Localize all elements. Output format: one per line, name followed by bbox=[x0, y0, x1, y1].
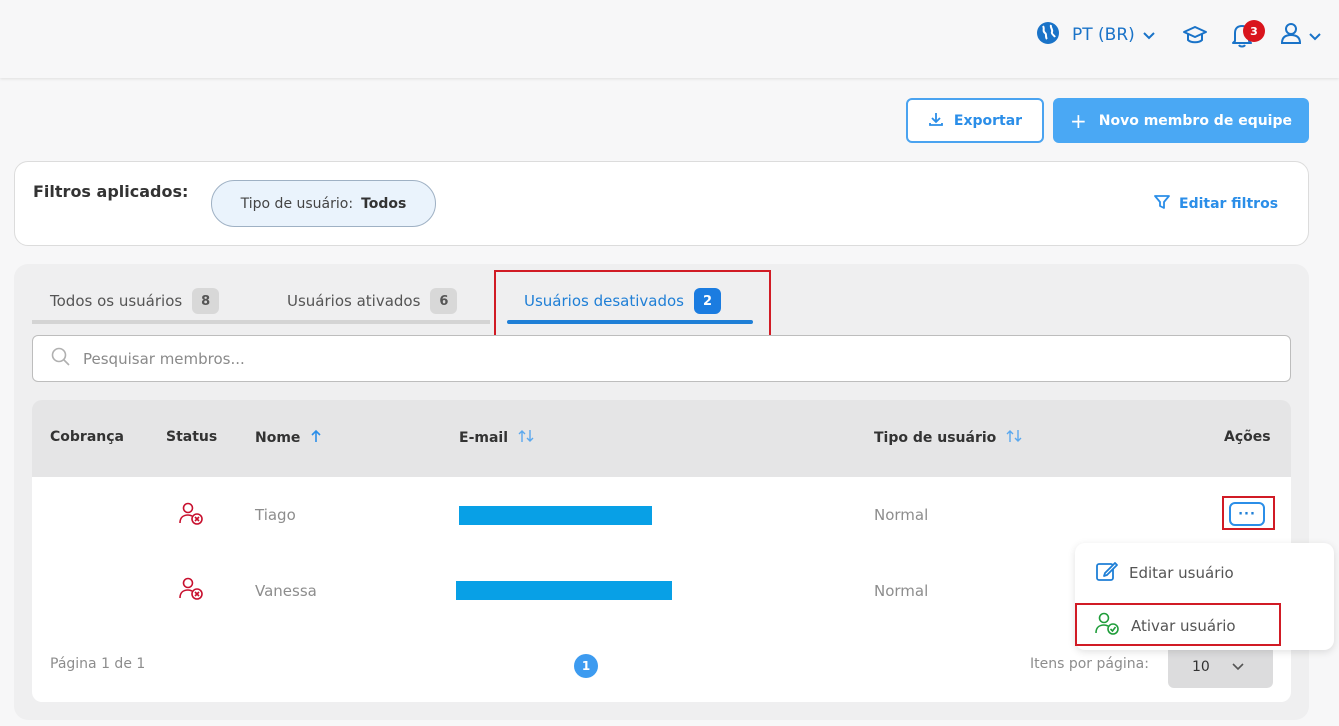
user-menu[interactable] bbox=[1279, 20, 1321, 50]
chip-value: Todos bbox=[361, 195, 407, 212]
tab-all-users[interactable]: Todos os usuários 8 bbox=[50, 288, 220, 314]
search-input[interactable] bbox=[83, 349, 1183, 368]
row-name: Tiago bbox=[255, 506, 296, 524]
per-page-value: 10 bbox=[1192, 658, 1210, 675]
applied-filters-panel: Filtros aplicados: Tipo de usuário: Todo… bbox=[14, 161, 1309, 246]
chevron-down-icon bbox=[1143, 25, 1155, 45]
row-name: Vanessa bbox=[255, 582, 317, 600]
tab-count: 8 bbox=[192, 288, 220, 314]
column-header-actions: Ações bbox=[1224, 429, 1271, 445]
user-icon bbox=[1279, 21, 1303, 49]
column-header-name[interactable]: Nome bbox=[255, 429, 322, 447]
tab-active-users[interactable]: Usuários ativados 6 bbox=[287, 288, 458, 314]
search-bar[interactable] bbox=[32, 335, 1291, 382]
language-label: PT (BR) bbox=[1072, 25, 1135, 45]
column-header-email[interactable]: E-mail bbox=[459, 429, 534, 447]
chevron-down-icon bbox=[1309, 26, 1321, 45]
edit-user-label: Editar usuário bbox=[1129, 564, 1234, 582]
filter-icon bbox=[1153, 193, 1171, 215]
edit-filters-link[interactable]: Editar filtros bbox=[1153, 193, 1278, 215]
notification-badge: 3 bbox=[1243, 20, 1265, 42]
language-selector[interactable]: PT (BR) bbox=[1036, 20, 1155, 50]
edit-icon bbox=[1095, 559, 1119, 587]
plus-icon: + bbox=[1070, 108, 1087, 133]
tab-label: Todos os usuários bbox=[50, 292, 183, 310]
new-member-button[interactable]: + Novo membro de equipe bbox=[1053, 98, 1309, 143]
per-page-select[interactable]: 10 bbox=[1168, 645, 1273, 688]
tab-label: Usuários ativados bbox=[287, 292, 421, 310]
column-header-user-type[interactable]: Tipo de usuário bbox=[874, 429, 1022, 447]
tab-count: 6 bbox=[430, 288, 458, 314]
edit-filters-label: Editar filtros bbox=[1179, 196, 1279, 212]
user-type-filter-chip[interactable]: Tipo de usuário: Todos bbox=[211, 180, 436, 227]
user-disabled-icon bbox=[179, 502, 205, 530]
highlight-box bbox=[1075, 603, 1281, 646]
table-header: Cobrança Status Nome E-mail Tipo de usuá… bbox=[32, 400, 1291, 477]
column-header-billing: Cobrança bbox=[50, 429, 124, 445]
redacted-email bbox=[456, 581, 672, 600]
highlight-box bbox=[1222, 496, 1275, 530]
filters-title: Filtros aplicados: bbox=[33, 182, 189, 201]
per-page-label: Itens por página: bbox=[1030, 656, 1149, 672]
new-member-label: Novo membro de equipe bbox=[1098, 112, 1292, 129]
page-button[interactable]: 1 bbox=[574, 654, 598, 678]
export-button[interactable]: Exportar bbox=[906, 98, 1044, 143]
download-icon bbox=[928, 111, 944, 131]
sort-icon[interactable] bbox=[1006, 429, 1022, 447]
row-user-type: Normal bbox=[874, 582, 929, 600]
sort-ascending-icon[interactable] bbox=[310, 429, 322, 447]
column-header-status: Status bbox=[166, 429, 218, 445]
export-label: Exportar bbox=[953, 112, 1023, 129]
row-user-type: Normal bbox=[874, 506, 929, 524]
highlight-box bbox=[494, 270, 771, 338]
user-disabled-icon bbox=[179, 577, 205, 605]
graduation-cap-icon[interactable] bbox=[1182, 20, 1208, 50]
redacted-email bbox=[459, 506, 652, 525]
search-icon bbox=[51, 347, 71, 371]
sort-icon[interactable] bbox=[518, 429, 534, 447]
globe-icon bbox=[1036, 21, 1060, 50]
chevron-down-icon bbox=[1232, 659, 1244, 675]
tabs-underline bbox=[32, 320, 490, 324]
edit-user-menu-item[interactable]: Editar usuário bbox=[1095, 559, 1234, 587]
pagination-info: Página 1 de 1 bbox=[50, 656, 146, 672]
chip-key: Tipo de usuário: bbox=[240, 195, 354, 212]
